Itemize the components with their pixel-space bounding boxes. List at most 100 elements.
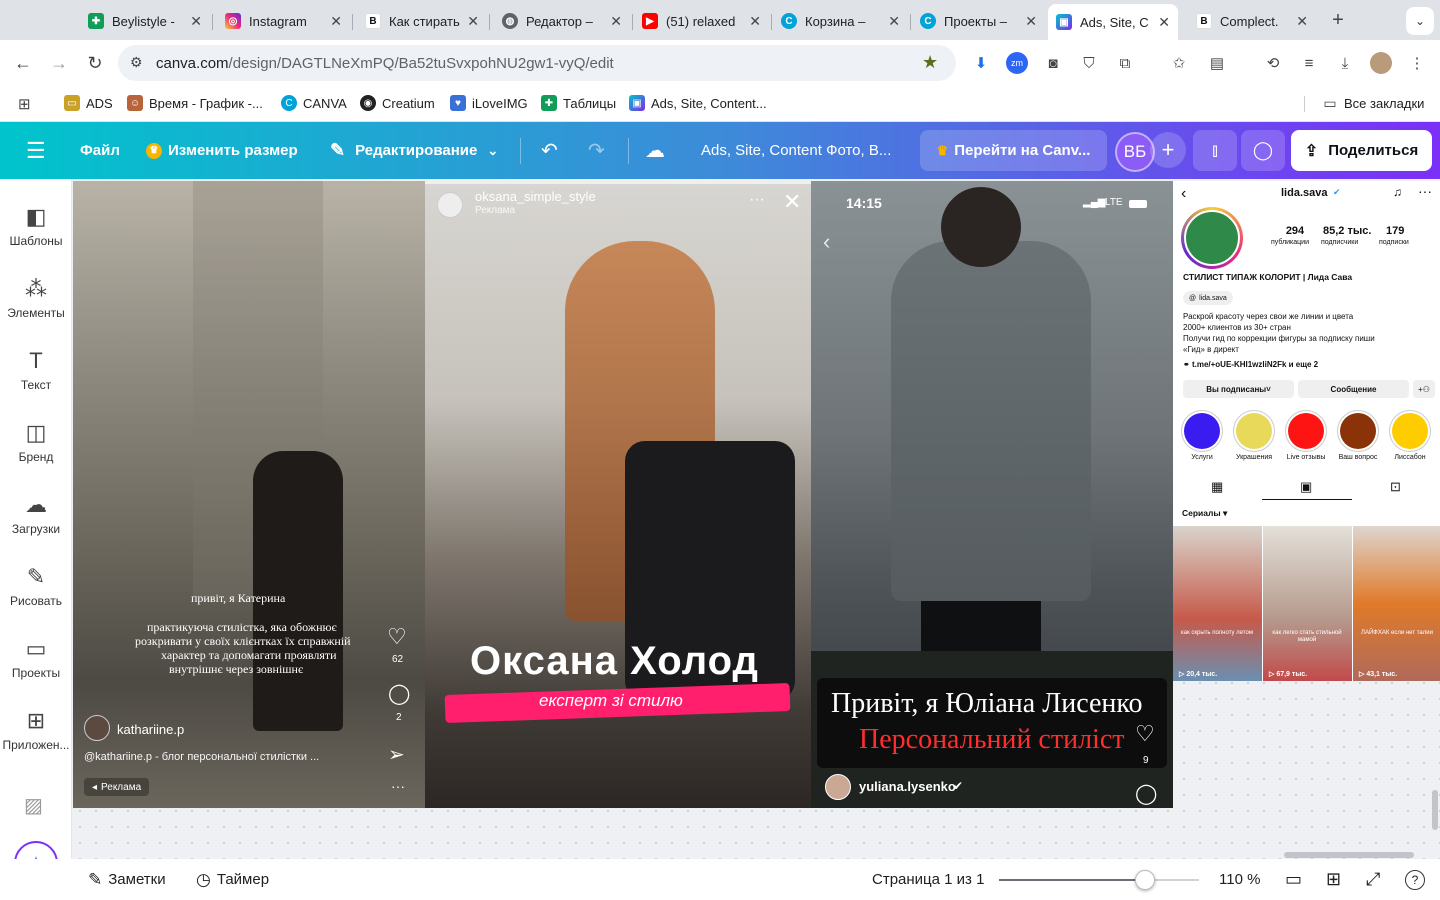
more-dots-icon[interactable]: ··· xyxy=(391,778,405,794)
timer-button[interactable]: ◷ Таймер xyxy=(196,859,269,900)
help-icon[interactable]: ? xyxy=(1405,859,1425,900)
tab-proekty[interactable]: C Проекты – ✕ xyxy=(912,6,1045,36)
url-omnibox[interactable]: ⚙ canva.com/design/DAGTLNeXmPQ/Ba52tuSvx… xyxy=(118,45,956,81)
sidebar-item-uploads[interactable]: ☁ Загрузки xyxy=(0,480,72,550)
sidebar-item-templates[interactable]: ◧ Шаблоны xyxy=(0,192,72,262)
cloud-saved-icon[interactable]: ☁ xyxy=(645,122,665,179)
downloads-icon[interactable]: ⤓ xyxy=(1334,52,1356,74)
hamburger-menu-icon[interactable]: ☰ xyxy=(26,122,46,179)
undo-icon[interactable]: ↶ xyxy=(541,122,558,179)
close-icon[interactable]: ✕ xyxy=(888,13,900,30)
close-icon[interactable]: ✕ xyxy=(749,13,761,30)
redo-icon[interactable]: ↷ xyxy=(588,122,605,179)
reload-icon[interactable]: ↻ xyxy=(80,48,110,78)
add-person-icon[interactable]: +⚇ xyxy=(1413,380,1435,398)
sidebar-item-brand[interactable]: ◫ Бренд xyxy=(0,408,72,478)
instagram-profile-screenshot[interactable]: ‹ lida.sava ✔ ♫ ··· 294 публикации 85,2 … xyxy=(1173,181,1440,681)
bookmark-vremya[interactable]: ☺ Время - График -... xyxy=(127,95,263,111)
tab-manager-icon[interactable]: ▤ xyxy=(1206,52,1228,74)
site-settings-icon[interactable]: ⚙ xyxy=(130,54,143,71)
close-icon[interactable]: ✕ xyxy=(190,13,202,30)
tab-complect[interactable]: B Complect. ✕ xyxy=(1188,6,1316,36)
page-counter[interactable]: Страница 1 из 1 xyxy=(872,859,984,900)
reel-thumbnail[interactable]: как легко стать стильной мамой ▷ 67,9 тыс… xyxy=(1263,526,1352,681)
highlight-circle[interactable] xyxy=(1233,410,1275,452)
ad-image-yuliana[interactable]: 14:15 ▂▄▆ LTE ‹ Привіт, я Юліана Лисенко… xyxy=(811,181,1173,808)
bio-link[interactable]: ⚭ t.me/+oUE-KHI1wzliN2Fk и еще 2 xyxy=(1183,360,1318,369)
user-avatar[interactable]: ВБ xyxy=(1115,132,1155,172)
close-icon[interactable]: ✕ xyxy=(1296,13,1308,30)
image-icon[interactable]: ▨ xyxy=(24,793,43,818)
comments-icon[interactable]: ◯ xyxy=(1241,130,1285,171)
send-plane-icon[interactable]: ➢ xyxy=(388,742,405,767)
close-icon[interactable]: ✕ xyxy=(610,13,622,30)
following-button[interactable]: Вы подписаны ˅ xyxy=(1183,380,1294,398)
more-dots-icon[interactable]: ··· xyxy=(749,191,765,209)
tab-ads-site-active[interactable]: ▣ Ads, Site, C ✕ xyxy=(1048,4,1178,40)
sidebar-item-apps[interactable]: ⊞ Приложен... xyxy=(0,696,72,766)
design-title[interactable]: Ads, Site, Content Фото, В... xyxy=(701,122,891,179)
resize-button[interactable]: ♛ Изменить размер xyxy=(146,122,298,179)
bookmark-iloveimg[interactable]: ♥ iLoveIMG xyxy=(450,95,528,111)
download-ext-icon[interactable]: ⬇ xyxy=(970,52,992,74)
back-chevron-icon[interactable]: ‹ xyxy=(1181,185,1186,203)
bookmark-canva[interactable]: C CANVA xyxy=(281,95,347,111)
bell-icon[interactable]: ♫ xyxy=(1393,185,1402,199)
sidebar-item-elements[interactable]: ⁂ Элементы xyxy=(0,264,72,334)
zoom-level[interactable]: 110 % xyxy=(1219,859,1260,900)
share-button[interactable]: ⇪ Поделиться xyxy=(1291,130,1432,171)
back-arrow-icon[interactable]: ← xyxy=(8,48,38,78)
performance-icon[interactable]: ⟲ xyxy=(1262,52,1284,74)
sidebar-item-text[interactable]: T Текст xyxy=(0,336,72,406)
extensions-puzzle-icon[interactable]: ⧉ xyxy=(1114,52,1136,74)
threads-badge[interactable]: @ lida.sava xyxy=(1183,291,1233,305)
tab-beylistyle[interactable]: ✚ Beylistyle - ✕ xyxy=(80,6,210,36)
tagged-tab-icon[interactable]: ⊡ xyxy=(1390,479,1401,495)
sidebar-item-draw[interactable]: ✎ Рисовать xyxy=(0,552,72,622)
tab-search-chevron-icon[interactable]: ⌄ xyxy=(1406,7,1434,35)
reels-tab-icon[interactable]: ▣ xyxy=(1300,479,1312,495)
new-tab-plus-icon[interactable]: + xyxy=(1326,8,1350,32)
bookmark-ads-site[interactable]: ▣ Ads, Site, Content... xyxy=(629,95,767,111)
highlight-circle[interactable] xyxy=(1285,410,1327,452)
highlight-circle[interactable] xyxy=(1181,410,1223,452)
reel-thumbnail[interactable]: ЛАЙФХАК если нет талии ▷ 43,1 тыс. xyxy=(1353,526,1440,681)
editing-mode-dropdown[interactable]: ✎ Редактирование ⌄ xyxy=(330,122,498,179)
heart-icon[interactable]: ♡ xyxy=(387,624,407,650)
mask-ext-icon[interactable]: ◙ xyxy=(1042,52,1064,74)
reading-list-icon[interactable]: ✩ xyxy=(1168,52,1190,74)
close-icon[interactable]: ✕ xyxy=(1158,14,1170,31)
bookmark-creatium[interactable]: ◉ Creatium xyxy=(360,95,435,111)
bookmark-star-icon[interactable]: ★ xyxy=(922,52,938,73)
kebab-menu-icon[interactable]: ⋮ xyxy=(1406,52,1428,74)
highlight-circle[interactable] xyxy=(1389,410,1431,452)
tab-kak-stirat[interactable]: B Как стирать ✕ xyxy=(357,6,487,36)
bookmark-ads[interactable]: ▭ ADS xyxy=(64,95,113,111)
close-icon[interactable]: ✕ xyxy=(783,189,801,215)
tab-redaktor[interactable]: ◍ Редактор – ✕ xyxy=(494,6,630,36)
shield-ext-icon[interactable]: ⛉ xyxy=(1078,52,1100,74)
vertical-scrollbar[interactable] xyxy=(1432,790,1438,830)
page-view-icon[interactable]: ▭ xyxy=(1285,859,1302,900)
comment-bubble-icon[interactable]: ◯ xyxy=(1135,781,1157,806)
tab-youtube[interactable]: ▶ (51) relaxed ✕ xyxy=(634,6,769,36)
zoom-slider-track[interactable] xyxy=(999,870,1199,890)
media-controls-icon[interactable]: ≡ xyxy=(1298,52,1320,74)
sidebar-item-projects[interactable]: ▭ Проекты xyxy=(0,624,72,694)
upgrade-canva-pro-button[interactable]: ♛ Перейти на Canv... xyxy=(920,130,1107,171)
all-bookmarks[interactable]: ▭ Все закладки xyxy=(1322,95,1424,111)
close-icon[interactable]: ✕ xyxy=(467,13,479,30)
tab-instagram[interactable]: ◎ Instagram ✕ xyxy=(217,6,350,36)
fullscreen-icon[interactable]: ⤢ xyxy=(1366,859,1380,900)
grid-view-icon[interactable]: ⊞ xyxy=(1326,859,1341,900)
ad-image-oksana[interactable]: oksana_simple_style Реклама ··· ✕ Оксана… xyxy=(425,181,811,808)
ad-image-kathariine[interactable]: привіт, я Катерина практикуюча стилістка… xyxy=(73,181,425,808)
forward-arrow-icon[interactable]: → xyxy=(44,48,74,78)
grid-tab-icon[interactable]: ▦ xyxy=(1211,479,1223,495)
close-icon[interactable]: ✕ xyxy=(330,13,342,30)
profile-avatar-icon[interactable] xyxy=(1370,52,1392,74)
reel-thumbnail[interactable]: как скрыть полноту летом ▷ 20,4 тыс. xyxy=(1173,526,1262,681)
apps-grid-icon[interactable]: ⊞ xyxy=(18,95,31,113)
comment-bubble-icon[interactable]: ◯ xyxy=(388,681,410,706)
horizontal-scrollbar[interactable] xyxy=(1284,852,1414,858)
